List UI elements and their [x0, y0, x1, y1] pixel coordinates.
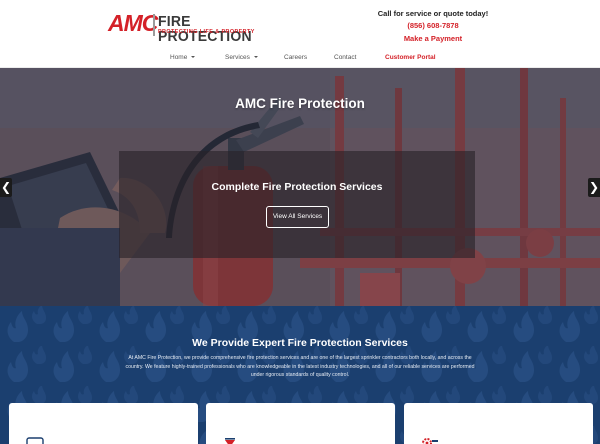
services-intro: At AMC Fire Protection, we provide compr… [125, 355, 475, 378]
nav-item-contact[interactable]: Contact [334, 54, 356, 62]
nav-item-label: Home [170, 54, 188, 61]
services-heading: We Provide Expert Fire Protection Servic… [192, 337, 408, 349]
hero-subtitle: Complete Fire Protection Services [211, 181, 383, 193]
nav-item-services[interactable]: Services [225, 54, 258, 62]
slider-next-arrow-icon[interactable]: ❯ [588, 178, 600, 197]
header-contact: Call for service or quote today! (856) 6… [373, 9, 493, 45]
hero-slider: AMC Fire Protection Complete Fire Protec… [0, 68, 600, 306]
make-payment-link[interactable]: Make a Payment [373, 32, 493, 45]
nav-item-careers[interactable]: Careers [284, 54, 307, 62]
service-card[interactable] [9, 403, 198, 444]
nav-item-label: Customer Portal [385, 54, 436, 61]
service-card[interactable] [404, 403, 593, 444]
chevron-down-icon [253, 56, 258, 58]
gear-wrench-icon [422, 438, 438, 444]
contact-phone-link[interactable]: (856) 608-7878 [373, 19, 493, 32]
chevron-down-icon [191, 56, 196, 58]
site-logo[interactable]: AMC FIRE PROTECTION PROTECTING LIFE & PR… [108, 10, 258, 44]
service-card[interactable] [206, 403, 395, 444]
hero-title: AMC Fire Protection [235, 96, 365, 111]
nav-item-customer-portal[interactable]: Customer Portal [385, 54, 436, 62]
nav-item-label: Contact [334, 54, 357, 61]
nav-item-label: Careers [284, 54, 308, 61]
view-all-services-button[interactable]: View All Services [266, 206, 329, 228]
nav-item-home[interactable]: Home [170, 54, 196, 62]
hero-caption-box: Complete Fire Protection Services View A… [119, 151, 475, 258]
services-section: We Provide Expert Fire Protection Servic… [0, 306, 600, 444]
main-nav: Home Services Careers Contact Customer P… [0, 48, 600, 68]
logo-tagline: PROTECTING LIFE & PROPERTY [158, 29, 255, 35]
fire-extinguisher-icon [225, 438, 235, 444]
site-header: AMC FIRE PROTECTION PROTECTING LIFE & PR… [0, 0, 600, 48]
nav-item-label: Services [225, 54, 250, 61]
contact-cta: Call for service or quote today! [377, 9, 489, 18]
slider-prev-arrow-icon[interactable]: ❮ [0, 178, 12, 197]
document-icon [26, 437, 44, 444]
logo-divider [153, 14, 155, 36]
logo-mark: AMC [108, 10, 158, 36]
